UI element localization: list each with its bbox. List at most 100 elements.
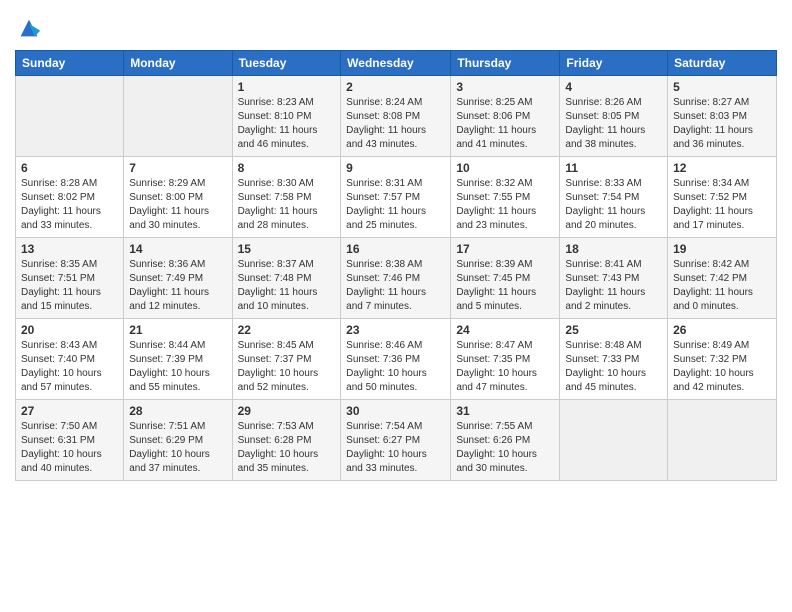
day-number: 27 <box>21 404 118 418</box>
day-number: 13 <box>21 242 118 256</box>
day-cell: 20 Sunrise: 8:43 AMSunset: 7:40 PMDayligh… <box>16 319 124 400</box>
header-tuesday: Tuesday <box>232 51 341 76</box>
day-info: Sunrise: 8:41 AMSunset: 7:43 PMDaylight:… <box>565 258 662 314</box>
day-info: Sunrise: 8:28 AMSunset: 8:02 PMDaylight:… <box>21 177 118 233</box>
day-cell <box>124 76 232 157</box>
calendar-table: SundayMondayTuesdayWednesdayThursdayFrid… <box>15 50 777 481</box>
day-number: 21 <box>129 323 226 337</box>
day-cell: 22 Sunrise: 8:45 AMSunset: 7:37 PMDayligh… <box>232 319 341 400</box>
day-number: 19 <box>673 242 771 256</box>
day-number: 23 <box>346 323 445 337</box>
week-row-0: 1 Sunrise: 8:23 AMSunset: 8:10 PMDaylight… <box>16 76 777 157</box>
header <box>15 10 777 42</box>
day-info: Sunrise: 8:33 AMSunset: 7:54 PMDaylight:… <box>565 177 662 233</box>
day-info: Sunrise: 8:27 AMSunset: 8:03 PMDaylight:… <box>673 96 771 152</box>
day-cell: 23 Sunrise: 8:46 AMSunset: 7:36 PMDayligh… <box>341 319 451 400</box>
day-cell <box>560 400 668 481</box>
day-cell: 29 Sunrise: 7:53 AMSunset: 6:28 PMDayligh… <box>232 400 341 481</box>
day-info: Sunrise: 8:24 AMSunset: 8:08 PMDaylight:… <box>346 96 445 152</box>
day-cell: 11 Sunrise: 8:33 AMSunset: 7:54 PMDayligh… <box>560 157 668 238</box>
day-info: Sunrise: 8:46 AMSunset: 7:36 PMDaylight:… <box>346 339 445 395</box>
week-row-2: 13Sunrise: 8:35 AMSunset: 7:51 PMDayligh… <box>16 238 777 319</box>
day-info: Sunrise: 8:42 AMSunset: 7:42 PMDaylight:… <box>673 258 771 314</box>
day-number: 20 <box>21 323 118 337</box>
day-cell: 26Sunrise: 8:49 AMSunset: 7:32 PMDayligh… <box>668 319 777 400</box>
day-info: Sunrise: 8:38 AMSunset: 7:46 PMDaylight:… <box>346 258 445 314</box>
day-info: Sunrise: 8:37 AMSunset: 7:48 PMDaylight:… <box>238 258 336 314</box>
day-number: 3 <box>456 80 554 94</box>
day-number: 4 <box>565 80 662 94</box>
day-number: 8 <box>238 161 336 175</box>
day-cell: 28 Sunrise: 7:51 AMSunset: 6:29 PMDayligh… <box>124 400 232 481</box>
day-info: Sunrise: 8:43 AMSunset: 7:40 PMDaylight:… <box>21 339 118 395</box>
day-cell: 13Sunrise: 8:35 AMSunset: 7:51 PMDayligh… <box>16 238 124 319</box>
day-number: 12 <box>673 161 771 175</box>
day-cell: 12Sunrise: 8:34 AMSunset: 7:52 PMDayligh… <box>668 157 777 238</box>
day-number: 5 <box>673 80 771 94</box>
day-cell: 16Sunrise: 8:38 AMSunset: 7:46 PMDayligh… <box>341 238 451 319</box>
day-cell: 10 Sunrise: 8:32 AMSunset: 7:55 PMDayligh… <box>451 157 560 238</box>
day-cell: 15 Sunrise: 8:37 AMSunset: 7:48 PMDayligh… <box>232 238 341 319</box>
day-info: Sunrise: 8:39 AMSunset: 7:45 PMDaylight:… <box>456 258 554 314</box>
header-saturday: Saturday <box>668 51 777 76</box>
day-info: Sunrise: 8:26 AMSunset: 8:05 PMDaylight:… <box>565 96 662 152</box>
day-cell: 5 Sunrise: 8:27 AMSunset: 8:03 PMDaylight… <box>668 76 777 157</box>
day-info: Sunrise: 8:36 AMSunset: 7:49 PMDaylight:… <box>129 258 226 314</box>
week-row-3: 20 Sunrise: 8:43 AMSunset: 7:40 PMDayligh… <box>16 319 777 400</box>
day-cell: 30Sunrise: 7:54 AMSunset: 6:27 PMDayligh… <box>341 400 451 481</box>
day-cell: 8 Sunrise: 8:30 AMSunset: 7:58 PMDaylight… <box>232 157 341 238</box>
day-info: Sunrise: 8:23 AMSunset: 8:10 PMDaylight:… <box>238 96 336 152</box>
day-number: 1 <box>238 80 336 94</box>
day-cell: 17 Sunrise: 8:39 AMSunset: 7:45 PMDayligh… <box>451 238 560 319</box>
day-number: 7 <box>129 161 226 175</box>
day-cell: 7Sunrise: 8:29 AMSunset: 8:00 PMDaylight… <box>124 157 232 238</box>
day-cell: 25Sunrise: 8:48 AMSunset: 7:33 PMDayligh… <box>560 319 668 400</box>
day-number: 9 <box>346 161 445 175</box>
day-info: Sunrise: 8:30 AMSunset: 7:58 PMDaylight:… <box>238 177 336 233</box>
day-info: Sunrise: 8:32 AMSunset: 7:55 PMDaylight:… <box>456 177 554 233</box>
day-info: Sunrise: 8:25 AMSunset: 8:06 PMDaylight:… <box>456 96 554 152</box>
day-info: Sunrise: 8:48 AMSunset: 7:33 PMDaylight:… <box>565 339 662 395</box>
day-info: Sunrise: 7:53 AMSunset: 6:28 PMDaylight:… <box>238 420 336 476</box>
day-number: 17 <box>456 242 554 256</box>
day-cell: 31 Sunrise: 7:55 AMSunset: 6:26 PMDayligh… <box>451 400 560 481</box>
day-number: 10 <box>456 161 554 175</box>
day-info: Sunrise: 7:51 AMSunset: 6:29 PMDaylight:… <box>129 420 226 476</box>
day-cell: 2Sunrise: 8:24 AMSunset: 8:08 PMDaylight… <box>341 76 451 157</box>
page: SundayMondayTuesdayWednesdayThursdayFrid… <box>0 0 792 612</box>
header-wednesday: Wednesday <box>341 51 451 76</box>
calendar-header: SundayMondayTuesdayWednesdayThursdayFrid… <box>16 51 777 76</box>
calendar-body: 1 Sunrise: 8:23 AMSunset: 8:10 PMDaylight… <box>16 76 777 481</box>
day-cell: 3 Sunrise: 8:25 AMSunset: 8:06 PMDaylight… <box>451 76 560 157</box>
day-info: Sunrise: 7:55 AMSunset: 6:26 PMDaylight:… <box>456 420 554 476</box>
day-info: Sunrise: 8:45 AMSunset: 7:37 PMDaylight:… <box>238 339 336 395</box>
day-cell: 21Sunrise: 8:44 AMSunset: 7:39 PMDayligh… <box>124 319 232 400</box>
day-number: 14 <box>129 242 226 256</box>
day-number: 11 <box>565 161 662 175</box>
day-number: 24 <box>456 323 554 337</box>
day-cell: 4 Sunrise: 8:26 AMSunset: 8:05 PMDaylight… <box>560 76 668 157</box>
header-thursday: Thursday <box>451 51 560 76</box>
day-cell <box>16 76 124 157</box>
day-cell: 18Sunrise: 8:41 AMSunset: 7:43 PMDayligh… <box>560 238 668 319</box>
logo <box>15 14 47 42</box>
day-cell <box>668 400 777 481</box>
day-number: 30 <box>346 404 445 418</box>
day-cell: 9Sunrise: 8:31 AMSunset: 7:57 PMDaylight… <box>341 157 451 238</box>
day-number: 15 <box>238 242 336 256</box>
day-number: 31 <box>456 404 554 418</box>
header-sunday: Sunday <box>16 51 124 76</box>
header-monday: Monday <box>124 51 232 76</box>
week-row-1: 6Sunrise: 8:28 AMSunset: 8:02 PMDaylight… <box>16 157 777 238</box>
day-cell: 6Sunrise: 8:28 AMSunset: 8:02 PMDaylight… <box>16 157 124 238</box>
logo-icon <box>15 14 43 42</box>
day-info: Sunrise: 7:50 AMSunset: 6:31 PMDaylight:… <box>21 420 118 476</box>
header-friday: Friday <box>560 51 668 76</box>
day-info: Sunrise: 8:47 AMSunset: 7:35 PMDaylight:… <box>456 339 554 395</box>
day-cell: 1 Sunrise: 8:23 AMSunset: 8:10 PMDaylight… <box>232 76 341 157</box>
day-number: 28 <box>129 404 226 418</box>
day-number: 29 <box>238 404 336 418</box>
week-row-4: 27 Sunrise: 7:50 AMSunset: 6:31 PMDayligh… <box>16 400 777 481</box>
day-number: 22 <box>238 323 336 337</box>
header-row: SundayMondayTuesdayWednesdayThursdayFrid… <box>16 51 777 76</box>
